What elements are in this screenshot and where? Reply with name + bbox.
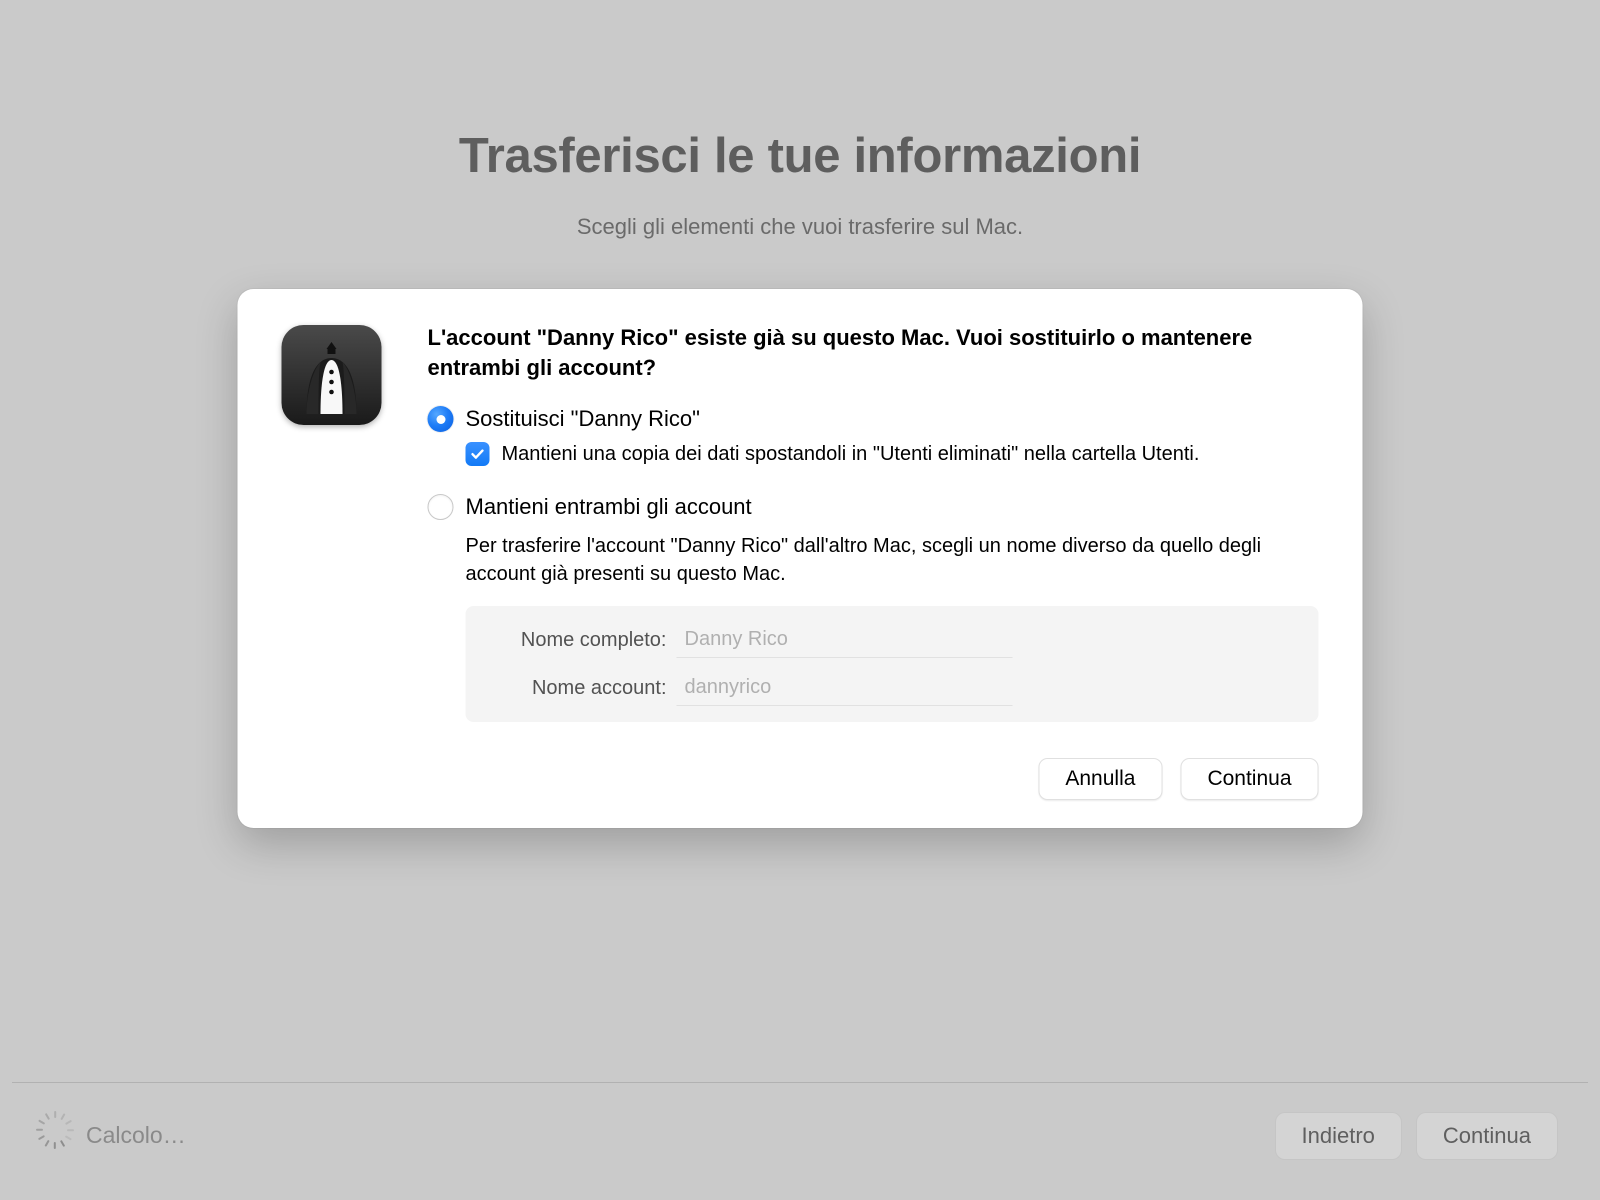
radio-off-icon: [428, 494, 454, 520]
continue-nav-button[interactable]: Continua: [1416, 1112, 1558, 1160]
page-title: Trasferisci le tue informazioni: [12, 128, 1588, 184]
radio-replace-account[interactable]: Sostituisci "Danny Rico": [428, 406, 1319, 432]
radio-keep-both-accounts[interactable]: Mantieni entrambi gli account: [428, 494, 1319, 520]
migration-assistant-window: Trasferisci le tue informazioni Scegli g…: [12, 12, 1588, 1188]
full-name-label: Nome completo:: [482, 629, 677, 652]
radio-keep-both-label: Mantieni entrambi gli account: [466, 494, 752, 520]
account-options-radio-group: Sostituisci "Danny Rico" Mantieni una co…: [428, 406, 1319, 758]
account-name-label: Nome account:: [482, 677, 677, 700]
checkbox-keep-copy-label: Mantieni una copia dei dati spostandoli …: [502, 440, 1200, 468]
account-name-row: Nome account:: [482, 664, 1303, 712]
checkbox-keep-copy[interactable]: Mantieni una copia dei dati spostandoli …: [466, 440, 1319, 468]
status-area: Calcolo…: [42, 1122, 186, 1149]
radio-replace-label: Sostituisci "Danny Rico": [466, 406, 700, 432]
spinner-icon: [42, 1123, 68, 1149]
nav-buttons: Indietro Continua: [1275, 1112, 1558, 1160]
dialog-button-row: Annulla Continua: [428, 758, 1319, 800]
setup-assistant-icon: [282, 325, 382, 425]
new-account-form: Nome completo: Nome account:: [466, 606, 1319, 722]
account-name-field[interactable]: [677, 670, 1013, 706]
dialog-heading: L'account "Danny Rico" esiste già su que…: [428, 323, 1319, 382]
dialog-content: L'account "Danny Rico" esiste già su que…: [392, 323, 1319, 800]
bottom-toolbar: Calcolo… Indietro Continua: [12, 1082, 1588, 1188]
back-button[interactable]: Indietro: [1275, 1112, 1402, 1160]
full-name-field[interactable]: [677, 622, 1013, 658]
checkbox-on-icon: [466, 442, 490, 466]
cancel-button[interactable]: Annulla: [1038, 758, 1162, 800]
dialog-icon-column: [282, 323, 392, 800]
full-name-row: Nome completo:: [482, 616, 1303, 664]
account-conflict-dialog: L'account "Danny Rico" esiste già su que…: [238, 289, 1363, 828]
status-text: Calcolo…: [86, 1122, 186, 1149]
keep-both-description: Per trasferire l'account "Danny Rico" da…: [466, 532, 1319, 588]
page-subtitle: Scegli gli elementi che vuoi trasferire …: [12, 214, 1588, 240]
radio-on-icon: [428, 406, 454, 432]
continue-button[interactable]: Continua: [1180, 758, 1318, 800]
